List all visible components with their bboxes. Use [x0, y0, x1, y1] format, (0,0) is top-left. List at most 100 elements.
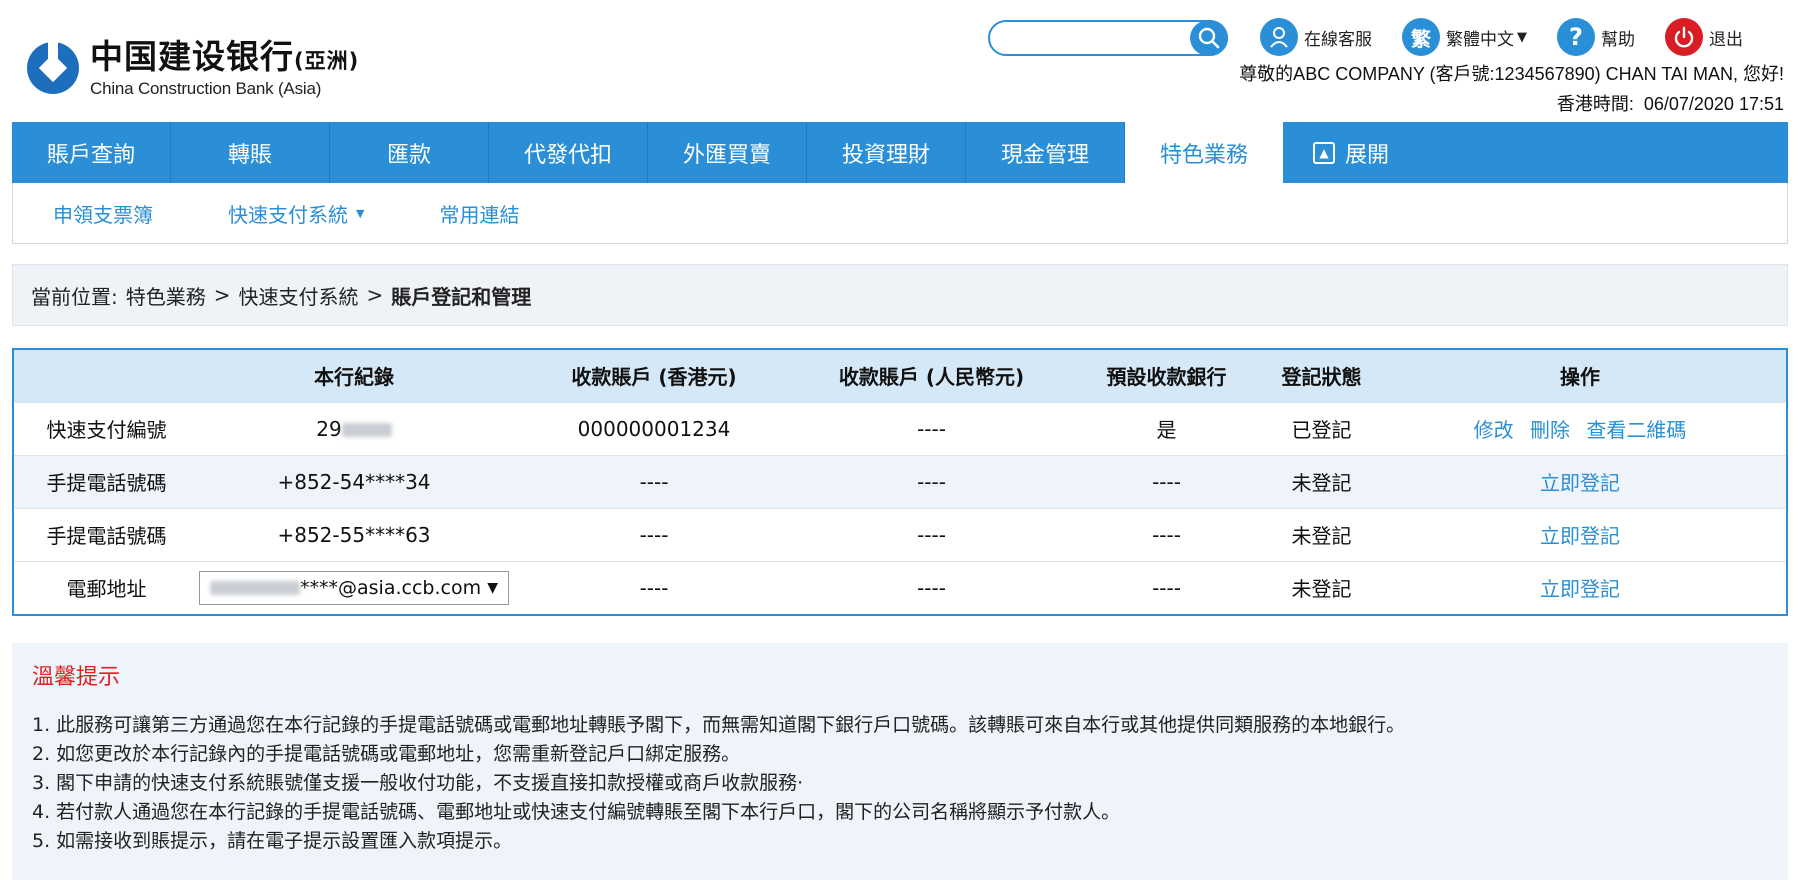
- row-status: 未登記: [1291, 524, 1352, 548]
- row-type: 手提電話號碼: [46, 471, 167, 495]
- row-type: 手提電話號碼: [46, 524, 167, 548]
- tip-item: 5. 如需接收到賬提示，請在電子提示設置匯入款項提示。: [32, 830, 513, 852]
- table-row: 手提電話號碼 +852-54****34 ---- ---- ---- 未登記 …: [14, 455, 1786, 508]
- delete-link[interactable]: 刪除: [1530, 418, 1570, 442]
- row-rmb-account: ----: [917, 575, 946, 600]
- row-rmb-account: ----: [917, 469, 946, 494]
- help-label: 幫助: [1601, 29, 1635, 50]
- nav-label: 展開: [1345, 142, 1390, 168]
- search-input[interactable]: [1004, 22, 1194, 52]
- breadcrumb-item[interactable]: 特色業務: [126, 281, 206, 310]
- chevron-down-icon: ▼: [487, 579, 498, 596]
- view-qr-code-link[interactable]: 查看二維碼: [1586, 418, 1686, 442]
- row-default-bank: ----: [1152, 575, 1181, 600]
- row-hkd-account: ----: [639, 522, 669, 547]
- row-status: 已登記: [1291, 418, 1352, 442]
- nav-label: 投資理財: [841, 142, 930, 168]
- nav-payroll[interactable]: 代發代扣: [489, 122, 648, 183]
- breadcrumb-separator: >: [213, 283, 231, 307]
- edit-link[interactable]: 修改: [1474, 418, 1514, 442]
- nav-label: 現金管理: [1000, 142, 1089, 168]
- nav-investment[interactable]: 投資理財: [807, 122, 966, 183]
- nav-account-inquiry[interactable]: 賬戶查詢: [12, 122, 171, 183]
- breadcrumb-current: 賬戶登記和管理: [391, 284, 532, 309]
- bank-logo[interactable]: 中国建设银行(亞洲) China Construction Bank (Asia…: [26, 38, 359, 98]
- register-now-link[interactable]: 立即登記: [1540, 577, 1620, 601]
- row-default-bank: 是: [1156, 418, 1177, 442]
- row-rmb-account: ----: [917, 522, 946, 547]
- masked-value: [341, 423, 392, 437]
- column-header: [14, 350, 199, 402]
- ccb-logo-icon: [27, 41, 79, 94]
- row-actions: 立即登記: [1374, 508, 1786, 561]
- hk-time: 香港時間: 06/07/2020 17:51: [1557, 90, 1784, 116]
- user-greeting: 尊敬的ABC COMPANY (客戶號:1234567890) CHAN TAI…: [1239, 64, 1784, 84]
- nav-expand[interactable]: ▲ 展開: [1283, 122, 1428, 183]
- subnav-common-links[interactable]: 常用連結: [439, 199, 519, 228]
- fps-account-table: 本行紀錄 收款賬戶 (香港元) 收款賬戶 (人民幣元) 預設收款銀行 登記狀態 …: [12, 348, 1788, 616]
- column-header: 登記狀態: [1281, 365, 1362, 390]
- row-status: 未登記: [1291, 471, 1352, 495]
- hk-time-label: 香港時間:: [1556, 94, 1634, 114]
- row-record: +852-55****63: [277, 522, 431, 547]
- column-header: 預設收款銀行: [1106, 365, 1227, 390]
- expand-icon: ▲: [1313, 141, 1335, 164]
- row-type: 快速支付編號: [46, 418, 167, 442]
- row-type: 電郵地址: [66, 577, 147, 602]
- row-actions: 立即登記: [1374, 455, 1786, 508]
- logout-link[interactable]: 退出: [1665, 18, 1743, 56]
- logo-name-suffix: (亞洲): [294, 49, 360, 73]
- email-select-value: ****@asia.ccb.com: [210, 577, 481, 599]
- nav-transfer[interactable]: 轉賬: [171, 122, 330, 183]
- row-rmb-account: ----: [917, 416, 946, 441]
- online-support-label: 在線客服: [1304, 29, 1372, 50]
- help-icon: ?: [1557, 18, 1595, 56]
- table-header-row: 本行紀錄 收款賬戶 (香港元) 收款賬戶 (人民幣元) 預設收款銀行 登記狀態 …: [14, 350, 1786, 402]
- table-row: 快速支付編號 29 000000001234 ---- 是 已登記 修改 刪除 …: [14, 402, 1786, 455]
- logout-label: 退出: [1709, 29, 1743, 50]
- nav-remittance[interactable]: 匯款: [330, 122, 489, 183]
- breadcrumb: 當前位置: 特色業務 > 快速支付系統 > 賬戶登記和管理: [12, 264, 1788, 326]
- row-record: +852-54****34: [277, 469, 431, 494]
- row-record: 29: [199, 402, 509, 455]
- search-box: [988, 20, 1228, 56]
- subnav-label: 常用連結: [439, 202, 520, 227]
- tip-item: 4. 若付款人通過您在本行記錄的手提電話號碼、電郵地址或快速支付編號轉賬至閣下本…: [32, 801, 1121, 823]
- language-selector[interactable]: 繁 繁體中文 ▼: [1402, 18, 1527, 56]
- row-default-bank: ----: [1152, 469, 1181, 494]
- subnav-label: 申領支票簿: [53, 202, 153, 227]
- row-default-bank: ----: [1152, 522, 1181, 547]
- masked-value: [210, 581, 300, 596]
- table-row: 手提電話號碼 +852-55****63 ---- ---- ---- 未登記 …: [14, 508, 1786, 561]
- tips-list: 1. 此服務可讓第三方通過您在本行記錄的手提電話號碼或電郵地址轉賬予閣下，而無需…: [32, 711, 1768, 856]
- nav-fx[interactable]: 外匯買賣: [648, 122, 807, 183]
- chevron-down-icon: ▼: [356, 206, 365, 220]
- register-now-link[interactable]: 立即登記: [1540, 524, 1620, 548]
- register-now-link[interactable]: 立即登記: [1540, 471, 1620, 495]
- customer-service-icon: [1260, 18, 1298, 56]
- breadcrumb-separator: >: [366, 283, 384, 307]
- nav-cash-management[interactable]: 現金管理: [966, 122, 1125, 183]
- breadcrumb-prefix: 當前位置:: [31, 284, 118, 309]
- row-actions: 立即登記: [1374, 561, 1786, 614]
- tips-title: 溫馨提示: [32, 665, 121, 690]
- online-support-link[interactable]: 在線客服: [1260, 18, 1372, 56]
- nav-label: 匯款: [386, 142, 431, 168]
- subnav-cheque-book[interactable]: 申領支票簿: [53, 199, 153, 228]
- search-button[interactable]: [1190, 20, 1228, 56]
- column-header: 操作: [1560, 365, 1600, 390]
- subnav-label: 快速支付系統: [228, 202, 348, 227]
- tip-item: 3. 閣下申請的快速支付系統賬號僅支援一般收付功能，不支援直接扣款授權或商戶收款…: [32, 772, 804, 794]
- row-record: ****@asia.ccb.com ▼: [199, 561, 509, 614]
- logo-name-cn: 中国建设银行: [90, 37, 294, 76]
- row-hkd-account: 000000001234: [577, 416, 731, 441]
- subnav-fps[interactable]: 快速支付系統 ▼: [228, 199, 364, 228]
- nav-label: 轉賬: [227, 142, 272, 168]
- breadcrumb-item[interactable]: 快速支付系統: [239, 281, 359, 310]
- nav-label: 代發代扣: [523, 142, 612, 168]
- tip-item: 2. 如您更改於本行記錄內的手提電話號碼或電郵地址，您需重新登記戶口綁定服務。: [32, 743, 741, 765]
- help-link[interactable]: ? 幫助: [1557, 18, 1635, 56]
- nav-featured-services[interactable]: 特色業務: [1125, 122, 1283, 183]
- email-select[interactable]: ****@asia.ccb.com ▼: [199, 570, 509, 605]
- power-icon: [1665, 18, 1703, 56]
